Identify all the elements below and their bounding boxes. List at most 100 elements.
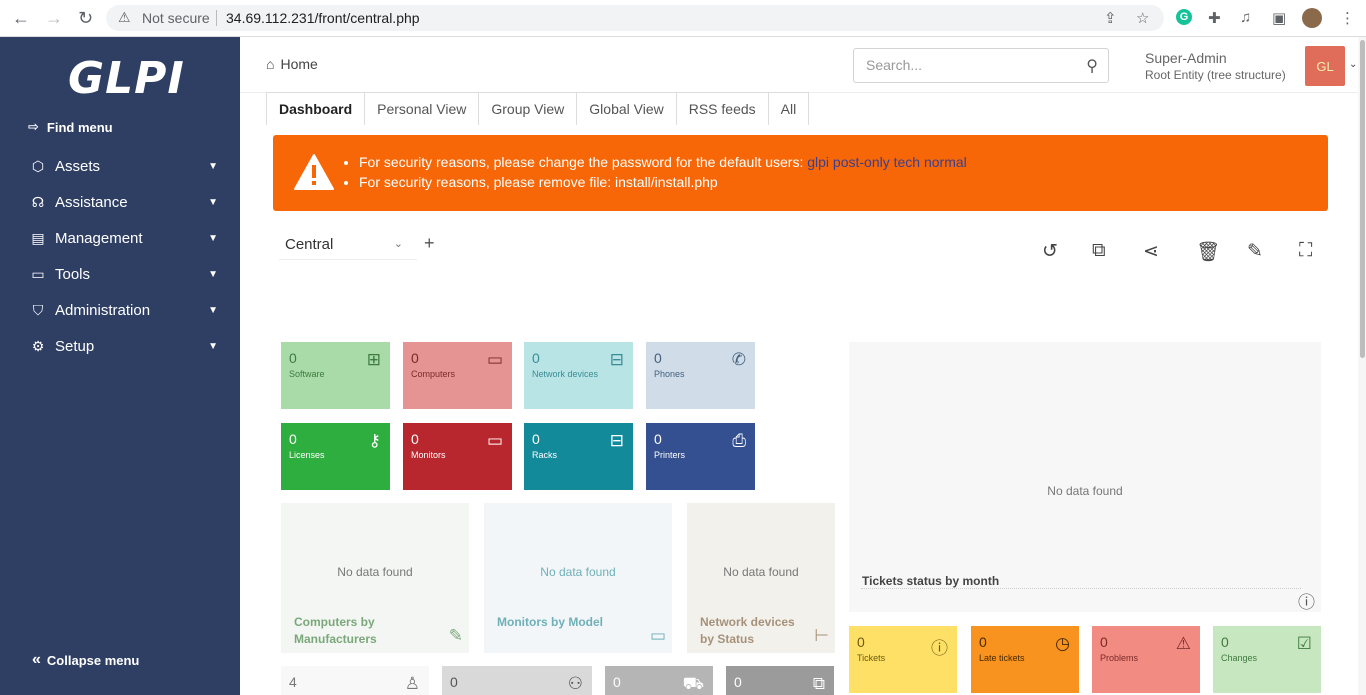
card-count: 0 (450, 674, 458, 690)
user-name[interactable]: Super-Admin (1145, 50, 1227, 66)
card-licenses[interactable]: 0 Licenses ⚷ (281, 423, 390, 490)
sidepanel-icon[interactable]: ▣ (1272, 9, 1286, 27)
headset-icon: ☊ (31, 193, 45, 210)
card-suppliers[interactable]: 0 ⛟ (605, 666, 713, 695)
chevron-down-icon: ▼ (208, 196, 218, 208)
card-software[interactable]: 0 Software ⊞ (281, 342, 390, 409)
grammarly-icon[interactable]: G (1176, 9, 1192, 25)
card-phones[interactable]: 0 Phones ✆ (646, 342, 755, 409)
copy-icon[interactable]: ⧉ (1092, 240, 1106, 262)
warning-triangle-icon (294, 154, 334, 190)
card-users[interactable]: 4 ♙ (281, 666, 429, 695)
card-printers[interactable]: 0 Printers ⎙ (646, 423, 755, 490)
tab-rss-feeds[interactable]: RSS feeds (675, 92, 769, 125)
card-late-tickets[interactable]: 0 Late tickets ◷ (971, 626, 1079, 693)
edit-icon[interactable]: ✎ (1247, 240, 1263, 263)
sidebar-item-management[interactable]: ▤ Management ▼ (28, 226, 220, 250)
search-input[interactable] (866, 57, 1066, 73)
card-network-devices[interactable]: 0 Network devices ⊟ (524, 342, 633, 409)
card-problems[interactable]: 0 Problems ⚠ (1092, 626, 1200, 693)
more-vert-icon[interactable]: ⋮ (1340, 9, 1355, 27)
printer-icon: ⎙ (732, 431, 746, 450)
card-racks[interactable]: 0 Racks ⊟ (524, 423, 633, 490)
no-data-text: No data found (1047, 484, 1123, 498)
security-label[interactable]: Not secure (142, 10, 210, 26)
shield-icon: ⛉ (32, 301, 44, 318)
sidebar-item-assets[interactable]: ⬡ Assets ▼ (28, 154, 220, 178)
collapse-menu-label: Collapse menu (46, 652, 140, 668)
chevron-down-icon[interactable]: ⌄ (1349, 59, 1357, 70)
fullscreen-icon[interactable]: ⛶ (1299, 240, 1312, 262)
bookmark-star-icon[interactable]: ☆ (1136, 9, 1149, 27)
card-count: 0 (289, 350, 297, 366)
card-changes[interactable]: 0 Changes ☑ (1213, 626, 1321, 693)
info-circle-icon[interactable]: ⓘ (1298, 588, 1315, 613)
reload-icon[interactable]: ↻ (78, 9, 93, 27)
address-bar[interactable]: ⚠ Not secure 34.69.112.231/front/central… (106, 5, 1164, 31)
tab-all[interactable]: All (767, 92, 810, 125)
profile-icon[interactable] (1302, 8, 1322, 28)
no-data-text: No data found (723, 565, 799, 579)
card-groups[interactable]: 0 ⚇ (442, 666, 592, 695)
glpi-logo[interactable]: GLPI (68, 53, 185, 104)
edit-icon: ✎ (448, 626, 463, 645)
widget-title: Network devices by Status (700, 615, 795, 646)
view-tabs: Dashboard Personal View Group View Globa… (266, 92, 810, 125)
chevron-down-icon: ▼ (208, 268, 218, 280)
add-dashboard-icon[interactable]: + (424, 233, 435, 254)
share-icon[interactable]: ⋖ (1143, 240, 1159, 263)
chevron-down-icon: ▼ (208, 232, 218, 244)
key-icon: ⚷ (368, 431, 381, 450)
sidebar-item-setup[interactable]: ⚙ Setup ▼ (28, 334, 220, 358)
sidebar-item-administration[interactable]: ⛉ Administration ▼ (28, 298, 220, 322)
sidebar-item-label: Management (55, 229, 143, 247)
collapse-menu-button[interactable]: « Collapse menu (32, 651, 139, 669)
apps-icon: ⊞ (366, 350, 381, 369)
media-icon[interactable]: ♫ (1240, 9, 1251, 26)
chevron-down-icon: ▼ (208, 304, 218, 316)
history-icon[interactable]: ↺ (1042, 240, 1058, 263)
default-users-link[interactable]: glpi post-only tech normal (807, 154, 967, 170)
search-box[interactable]: ⚲ (853, 48, 1109, 83)
scrollbar-thumb[interactable] (1360, 40, 1365, 358)
delete-icon[interactable]: 🗑 (1196, 240, 1220, 264)
clipboard-check-icon: ☑ (1296, 634, 1312, 653)
forward-icon[interactable]: → (45, 9, 63, 27)
card-tickets[interactable]: 0 Tickets ⓘ (849, 626, 957, 693)
breadcrumb[interactable]: ⌂ Home (266, 56, 318, 72)
card-documents[interactable]: 0 ⧉ (726, 666, 834, 695)
card-label: Problems (1100, 653, 1139, 663)
arrow-right-icon: ⇨ (28, 119, 39, 134)
card-label: Phones (654, 369, 685, 379)
card-count: 0 (411, 431, 419, 447)
card-label: Network devices (532, 369, 599, 379)
card-count: 0 (411, 350, 419, 366)
extensions-icon[interactable]: ✚ (1208, 9, 1221, 27)
card-label: Printers (654, 450, 686, 460)
tab-group-view[interactable]: Group View (478, 92, 578, 125)
wallet-icon: ▤ (31, 229, 45, 246)
divider (861, 588, 1301, 589)
avatar[interactable]: GL (1305, 46, 1345, 86)
card-label: Racks (532, 450, 558, 460)
tab-global-view[interactable]: Global View (576, 92, 677, 125)
tab-dashboard[interactable]: Dashboard (266, 92, 366, 125)
sidebar-item-tools[interactable]: ▭ Tools ▼ (28, 262, 220, 286)
find-menu-link[interactable]: ⇨ Find menu (28, 119, 113, 135)
card-label: Monitors (411, 450, 446, 460)
card-computers[interactable]: 0 Computers ▭ (403, 342, 512, 409)
tab-personal-view[interactable]: Personal View (364, 92, 480, 125)
back-icon[interactable]: ← (12, 9, 30, 27)
laptop-icon: ▭ (486, 350, 503, 369)
sidebar-item-assistance[interactable]: ☊ Assistance ▼ (28, 190, 220, 214)
user-entity[interactable]: Root Entity (tree structure) (1145, 68, 1286, 82)
card-monitors[interactable]: 0 Monitors ▭ (403, 423, 512, 490)
widget-monitors-by-model: No data found Monitors by Model ▭ (484, 503, 672, 653)
users-icon: ⚇ (567, 674, 583, 693)
url-text[interactable]: 34.69.112.231/front/central.php (226, 10, 420, 26)
share-icon[interactable]: ⇪ (1104, 9, 1117, 27)
monitor-icon: ▭ (486, 431, 503, 450)
search-icon[interactable]: ⚲ (1086, 56, 1098, 76)
card-label: Licenses (289, 450, 325, 460)
dashboard-select[interactable]: Central ⌄ (279, 228, 417, 260)
